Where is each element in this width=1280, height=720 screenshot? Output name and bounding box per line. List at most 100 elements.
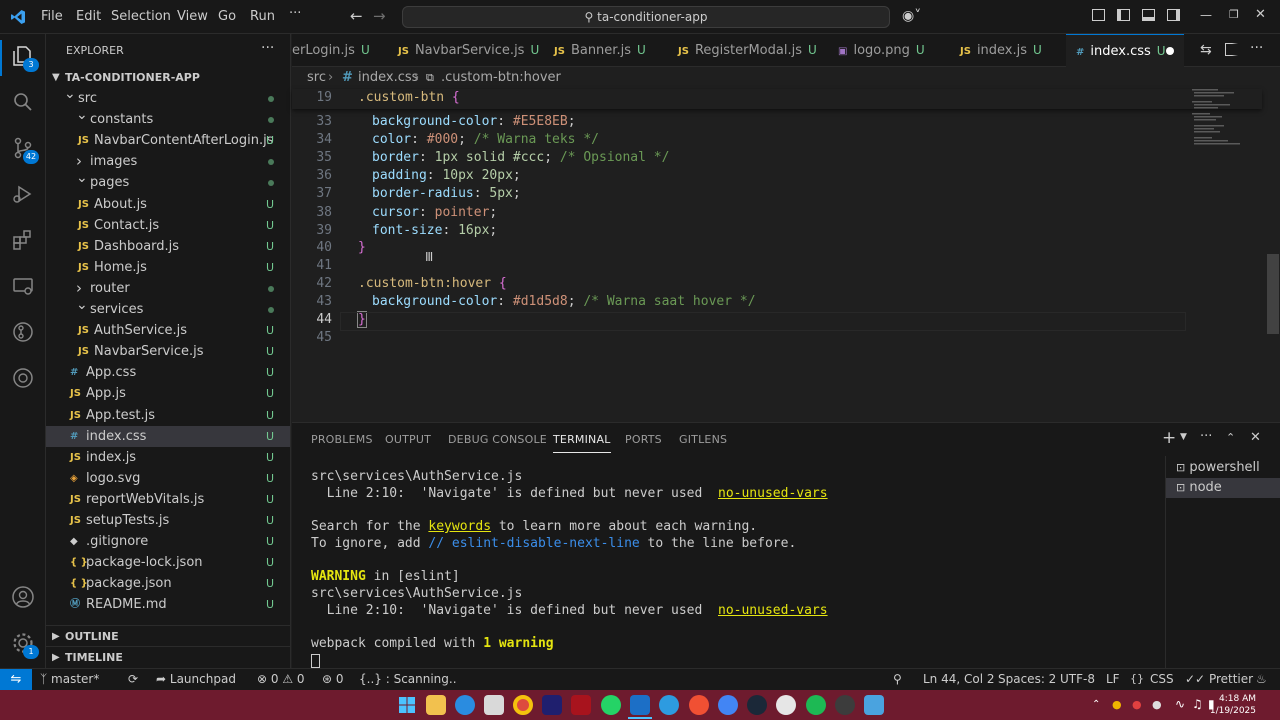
tab-problems[interactable]: PROBLEMS <box>311 433 373 446</box>
keywords-link[interactable]: keywords <box>428 519 491 534</box>
command-center-search[interactable]: ⚲ ta-conditioner-app <box>402 6 890 28</box>
menu-more[interactable]: ··· <box>289 6 301 21</box>
menu-selection[interactable]: Selection <box>111 9 171 24</box>
breadcrumb-file[interactable]: index.css <box>358 67 418 89</box>
sync-icon[interactable]: ⟳ <box>128 672 138 686</box>
tray-app-icon[interactable]: ● <box>1132 698 1142 711</box>
tab-navbar-content-after-login[interactable]: erLogin.js U <box>292 34 380 67</box>
chevron-down-icon[interactable]: ▼ <box>1180 432 1187 442</box>
git-app-icon[interactable] <box>689 695 709 715</box>
breadcrumb-folder[interactable]: src <box>307 67 326 89</box>
spotify-icon[interactable] <box>806 695 826 715</box>
store-icon[interactable] <box>484 695 504 715</box>
remote-explorer-icon[interactable] <box>11 274 35 298</box>
chrome-icon[interactable] <box>513 695 533 715</box>
problems-indicator[interactable]: ⊗ 0 ⚠ 0 <box>257 672 305 686</box>
close-window-icon[interactable]: ✕ <box>1255 7 1266 22</box>
tree-item[interactable]: # index.css U <box>46 425 290 447</box>
tab-register-modal[interactable]: JS RegisterModal.js U <box>678 34 817 67</box>
tray-app-icon[interactable]: ● <box>1112 698 1122 711</box>
tree-item[interactable]: Ⓜ README.md U <box>46 594 290 615</box>
tree-item[interactable]: { } package-lock.json U <box>46 552 290 573</box>
tab-debug-console[interactable]: DEBUG CONSOLE <box>448 433 547 446</box>
tab-index-js[interactable]: JS index.js U <box>960 34 1066 67</box>
tab-logo-png[interactable]: ▣ logo.png U <box>838 34 948 67</box>
menu-view[interactable]: View <box>177 9 208 24</box>
tree-item[interactable]: JS Contact.js U <box>46 215 290 236</box>
steam-icon[interactable] <box>747 695 767 715</box>
remote-indicator-icon[interactable]: ⇋ <box>0 669 32 691</box>
tab-index-css[interactable]: # index.css U <box>1066 34 1184 67</box>
jetbrains-icon[interactable] <box>542 695 562 715</box>
compare-changes-icon[interactable]: ⇆ <box>1200 42 1212 58</box>
taskbar-clock[interactable]: 4:18 AM 1/19/2025 <box>1210 693 1256 717</box>
account-icon[interactable] <box>11 585 35 609</box>
editor-more-actions-icon[interactable]: ··· <box>1250 40 1263 56</box>
tree-item[interactable]: JS About.js U <box>46 194 290 215</box>
new-terminal-plus-icon[interactable]: + <box>1162 428 1176 448</box>
maximize-panel-icon[interactable]: ⌃ <box>1226 431 1235 444</box>
workspace-root[interactable]: ▼ TA-CONDITIONER-APP <box>46 67 290 88</box>
terminal-item-node[interactable]: ⊡ node <box>1166 478 1280 498</box>
sticky-scroll-header[interactable]: 19 .custom-btn { <box>292 89 1262 109</box>
tree-item[interactable]: JS index.js U <box>46 447 290 468</box>
tray-app-icon[interactable]: ● <box>1152 698 1162 711</box>
windows-start-icon[interactable] <box>397 695 417 715</box>
tree-item[interactable]: ⌄ services <box>46 297 290 320</box>
tab-output[interactable]: OUTPUT <box>385 433 431 446</box>
unsaved-dot-icon[interactable] <box>1166 47 1174 55</box>
restore-icon[interactable]: ❐ <box>1229 8 1239 21</box>
lint-rule-link[interactable]: no-unused-vars <box>718 603 828 618</box>
tab-gitlens[interactable]: GITLENS <box>679 433 727 446</box>
tree-item[interactable]: ◈ logo.svg U <box>46 468 290 489</box>
panel-more-actions-icon[interactable]: ··· <box>1200 429 1212 444</box>
cursor-position[interactable]: Ln 44, Col 2 <box>923 672 995 686</box>
close-panel-icon[interactable]: ✕ <box>1250 430 1261 445</box>
whatsapp-icon[interactable] <box>601 695 621 715</box>
tab-terminal[interactable]: TERMINAL <box>553 433 611 453</box>
language-mode[interactable]: CSS <box>1150 672 1174 686</box>
run-debug-icon[interactable] <box>11 182 35 206</box>
volume-icon[interactable]: ♫ <box>1192 697 1203 711</box>
tree-item[interactable]: ⌄ constants <box>46 107 290 130</box>
lint-rule-link[interactable]: no-unused-vars <box>718 486 828 501</box>
tree-item[interactable]: # App.css U <box>46 362 290 383</box>
tree-item[interactable]: JS App.test.js U <box>46 405 290 426</box>
chrome-profile-icon[interactable] <box>718 695 738 715</box>
tree-item[interactable]: JS reportWebVitals.js U <box>46 489 290 510</box>
sheets-app-icon[interactable] <box>571 695 591 715</box>
obs-icon[interactable] <box>835 695 855 715</box>
terminal-item-powershell[interactable]: ⊡ powershell <box>1166 458 1280 478</box>
menu-go[interactable]: Go <box>218 9 236 24</box>
minimize-icon[interactable]: — <box>1200 8 1212 22</box>
tree-item[interactable]: JS setupTests.js U <box>46 510 290 531</box>
minimap[interactable] <box>1190 89 1266 149</box>
tree-item[interactable]: JS NavbarService.js U <box>46 341 290 362</box>
timeline-section[interactable]: ▶ TIMELINE <box>46 646 290 667</box>
notepad-icon[interactable] <box>864 695 884 715</box>
encoding[interactable]: UTF-8 <box>1060 672 1095 686</box>
code-editor[interactable]: 33 background-color: #E5E8EB; 34 color: #00… <box>292 89 1280 422</box>
tree-item[interactable]: ⌄ pages <box>46 170 290 193</box>
copilot-icon[interactable]: ◉˅ <box>902 8 921 24</box>
editor-scrollbar[interactable] <box>1267 254 1279 334</box>
chat-app-icon[interactable] <box>659 695 679 715</box>
notifications-bell-icon[interactable]: ♨ <box>1256 672 1267 686</box>
menu-edit[interactable]: Edit <box>76 9 101 24</box>
menu-run[interactable]: Run <box>250 9 275 24</box>
tree-item[interactable]: JS Home.js U <box>46 257 290 278</box>
search-icon[interactable] <box>11 90 35 114</box>
gitlens-icon[interactable] <box>11 320 35 344</box>
zoom-icon[interactable]: ⚲ <box>893 672 902 686</box>
wifi-icon[interactable]: ∿ <box>1175 697 1185 711</box>
outline-section[interactable]: ▶ OUTLINE <box>46 625 290 646</box>
github-desktop-icon[interactable] <box>776 695 796 715</box>
tree-item[interactable]: JS NavbarContentAfterLogin.js U <box>46 130 290 151</box>
more-actions-icon[interactable]: ··· <box>261 40 274 56</box>
tree-item[interactable]: ◆ .gitignore U <box>46 531 290 552</box>
tab-navbar-service[interactable]: JS NavbarService.js U <box>398 34 539 67</box>
edge-icon[interactable] <box>455 695 475 715</box>
tree-item[interactable]: JS Dashboard.js U <box>46 236 290 257</box>
tree-item[interactable]: JS AuthService.js U <box>46 320 290 341</box>
vscode-taskbar-icon[interactable] <box>630 695 650 715</box>
